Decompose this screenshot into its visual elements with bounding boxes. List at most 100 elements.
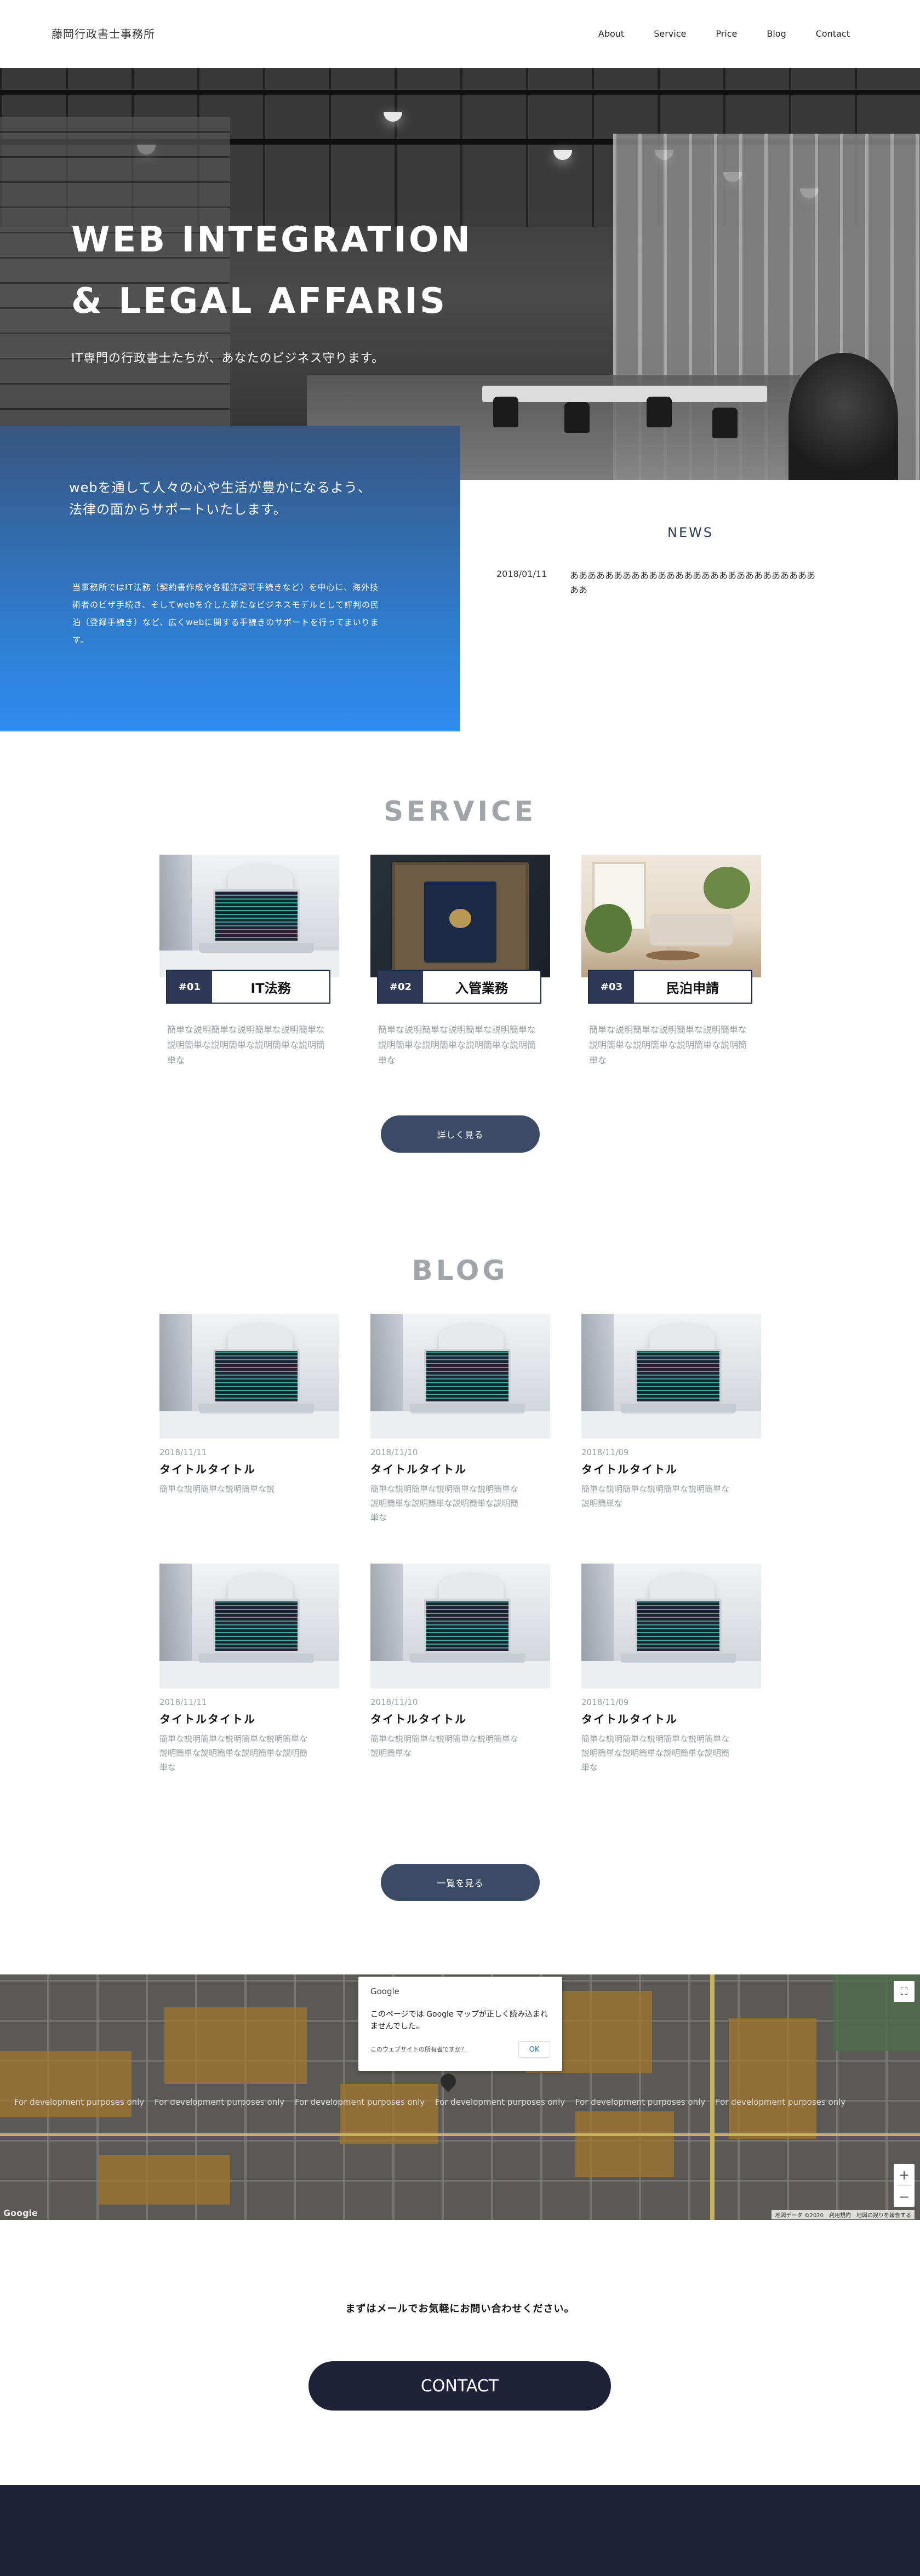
blog-post-title[interactable]: タイトルタイトル [581,1710,761,1726]
blog-date: 2018/11/09 [581,1447,629,1457]
nav-item-blog[interactable]: Blog [767,28,786,39]
blog-description: 簡単な説明簡単な説明簡単な説 [159,1484,275,1494]
laptop-base [410,1404,525,1414]
hero-chair [493,397,518,427]
hero-title: WEB INTEGRATION & LEGAL AFFARIS [71,209,472,332]
hero-subtitle: IT専門の行政書士たちが、あなたのビジネス守ります。 [71,352,385,365]
blog-image [370,1314,550,1439]
table-shape [370,1411,550,1439]
map-dev-notice: For development purposes only [295,2097,425,2107]
service-label: #02 入管業務 [377,970,541,1004]
table-shape [159,1411,339,1439]
table-shape [581,1661,761,1688]
laptop-screen [213,889,300,943]
nav-item-service[interactable]: Service [654,28,686,39]
hero-title-line2: & LEGAL AFFARIS [71,281,448,322]
laptop-screen [424,1598,511,1654]
map-dev-notice: For development purposes only [155,2097,285,2107]
lamp-shape [227,864,293,892]
nav-item-price[interactable]: Price [716,28,737,39]
blog-description: 簡単な説明簡単な説明簡単な説明簡単な説明簡単な [370,1734,519,1758]
blog-card[interactable]: 2018/11/11 タイトルタイトル簡単な説明簡単な説明簡単な説 [159,1314,339,1496]
map-dev-notice: For development purposes only [14,2097,145,2107]
hero-plant [788,353,898,480]
sofa-shape [649,913,733,946]
news-text[interactable]: ああああああああああああああああああああああああああああああ [570,569,822,597]
blog-post-title[interactable]: タイトルタイトル [159,1710,339,1726]
blog-card[interactable]: 2018/11/10 タイトルタイトル簡単な説明簡単な説明簡単な説明簡単な説明簡単… [370,1564,550,1760]
map-road [0,2133,920,2136]
plant-shape [704,867,751,909]
map-block [164,2007,307,2084]
blog-description: 簡単な説明簡単な説明簡単な説明簡単な説明簡単な説明簡単な説明簡単な説明簡単な [370,1484,519,1522]
hero-title-line1: WEB INTEGRATION [71,220,472,260]
blog-card[interactable]: 2018/11/10 タイトルタイトル 簡単な説明簡単な説明簡単な説明簡単な説明簡単… [370,1314,550,1525]
service-description: 簡単な説明簡単な説明簡単な説明簡単な説明簡単な説明簡単な説明簡単な説明簡単な [167,1024,325,1066]
blog-post-title[interactable]: タイトルタイトル [370,1710,550,1726]
service-image [159,855,339,977]
news-title: NEWS [667,525,714,540]
blog-card[interactable]: 2018/11/09 タイトルタイトル簡単な説明簡単な説明簡単な説明簡単な説明簡単… [581,1314,761,1510]
zoom-in-button[interactable]: + [894,2164,915,2185]
map-dev-notice: For development purposes only [575,2097,706,2107]
blog-date: 2018/11/10 [370,1697,418,1707]
lamp-shape [438,1573,504,1601]
laptop-base [621,1404,736,1414]
map-zoom-control: + − [894,2164,915,2207]
about-text: 当事務所ではIT法務（契約書作成や各種許認可手続きなど）を中心に、海外技術者のビ… [72,582,380,645]
about-lead: webを通して人々の心や生活が豊かになるよう、 法律の面からサポートいたします。 [69,477,372,520]
blog-post-title[interactable]: タイトルタイトル [159,1461,339,1476]
blog-post-title[interactable]: タイトルタイトル [581,1461,761,1476]
site-footer [0,2485,920,2576]
service-more-button[interactable]: 詳しく見る [381,1115,540,1153]
nav-item-contact[interactable]: Contact [816,28,850,39]
map-dialog-owner-link[interactable]: このウェブサイトの所有者ですか？ [370,2045,467,2053]
service-card-it[interactable]: #01 IT法務 簡単な説明簡単な説明簡単な説明簡単な説明簡単な説明簡単な説明簡… [159,855,339,1066]
map-error-dialog: Google このページでは Google マップが正しく読み込まれませんでした… [358,1977,562,2071]
service-name: 入管業務 [455,980,508,996]
blog-image [159,1314,339,1439]
blog-list-button[interactable]: 一覧を見る [381,1864,540,1901]
service-number: #01 [167,971,212,1003]
blog-description: 簡単な説明簡単な説明簡単な説明簡単な説明簡単な説明簡単な説明簡単な説明簡単な [159,1734,308,1772]
contact-lead: まずはメールでお気軽にお問い合わせください。 [345,2303,575,2315]
map-dialog-ok-button[interactable]: OK [518,2041,550,2058]
service-title: SERVICE [384,795,536,827]
site-header: 藤岡行政書士事務所 About Service Price Blog Conta… [0,0,920,68]
service-card-minpaku[interactable]: #03 民泊申請 簡単な説明簡単な説明簡単な説明簡単な説明簡単な説明簡単な説明簡… [581,855,761,1066]
zoom-out-button[interactable]: − [894,2186,915,2207]
table-shape [581,1411,761,1439]
hero-chair [647,397,672,427]
laptop-base [199,943,315,953]
service-description: 簡単な説明簡単な説明簡単な説明簡単な説明簡単な説明簡単な説明簡単な説明簡単な [378,1024,536,1066]
blog-title: BLOG [412,1255,508,1286]
site-logo[interactable]: 藤岡行政書士事務所 [52,25,155,41]
laptop-base [621,1653,736,1664]
blog-image [581,1314,761,1439]
hero-beam [0,90,920,95]
map-dev-notice: For development purposes only [435,2097,565,2107]
map-block [729,2018,816,2139]
map-terms[interactable]: 地図データ ©2020 利用規約 地図の誤りを報告する [772,2210,915,2219]
contact-button[interactable]: CONTACT [308,2361,611,2411]
about-panel: webを通して人々の心や生活が豊かになるよう、 法律の面からサポートいたします。… [0,426,460,731]
news-item[interactable]: 2018/01/11 あああああああああああああああああああああああああああああ… [496,569,847,597]
blog-description: 簡単な説明簡単な説明簡単な説明簡単な説明簡単な [581,1484,730,1508]
nav-item-about[interactable]: About [598,28,624,39]
blog-card[interactable]: 2018/11/09 タイトルタイトル簡単な説明簡単な説明簡単な説明簡単な説明簡単… [581,1564,761,1774]
service-name: 民泊申請 [666,980,719,996]
blog-card[interactable]: 2018/11/11 タイトルタイトル簡単な説明簡単な説明簡単な説明簡単な説明簡単… [159,1564,339,1774]
service-card-immigration[interactable]: #02 入管業務 簡単な説明簡単な説明簡単な説明簡単な説明簡単な説明簡単な説明簡… [370,855,550,1066]
blog-description: 簡単な説明簡単な説明簡単な説明簡単な説明簡単な説明簡単な説明簡単な説明簡単な [581,1734,730,1772]
blog-date: 2018/11/11 [159,1697,207,1707]
blog-date: 2018/11/09 [581,1697,629,1707]
blog-post-title[interactable]: タイトルタイトル [370,1461,550,1476]
lamp-shape [438,1324,504,1352]
table-shape [646,950,700,960]
lamp-shape [227,1324,293,1352]
lamp-shape [227,1573,293,1601]
fullscreen-icon[interactable]: ⛶ [894,1981,915,2002]
map-block [0,2051,132,2117]
blog-date: 2018/11/11 [159,1447,207,1457]
main-nav: About Service Price Blog Contact [569,28,850,39]
